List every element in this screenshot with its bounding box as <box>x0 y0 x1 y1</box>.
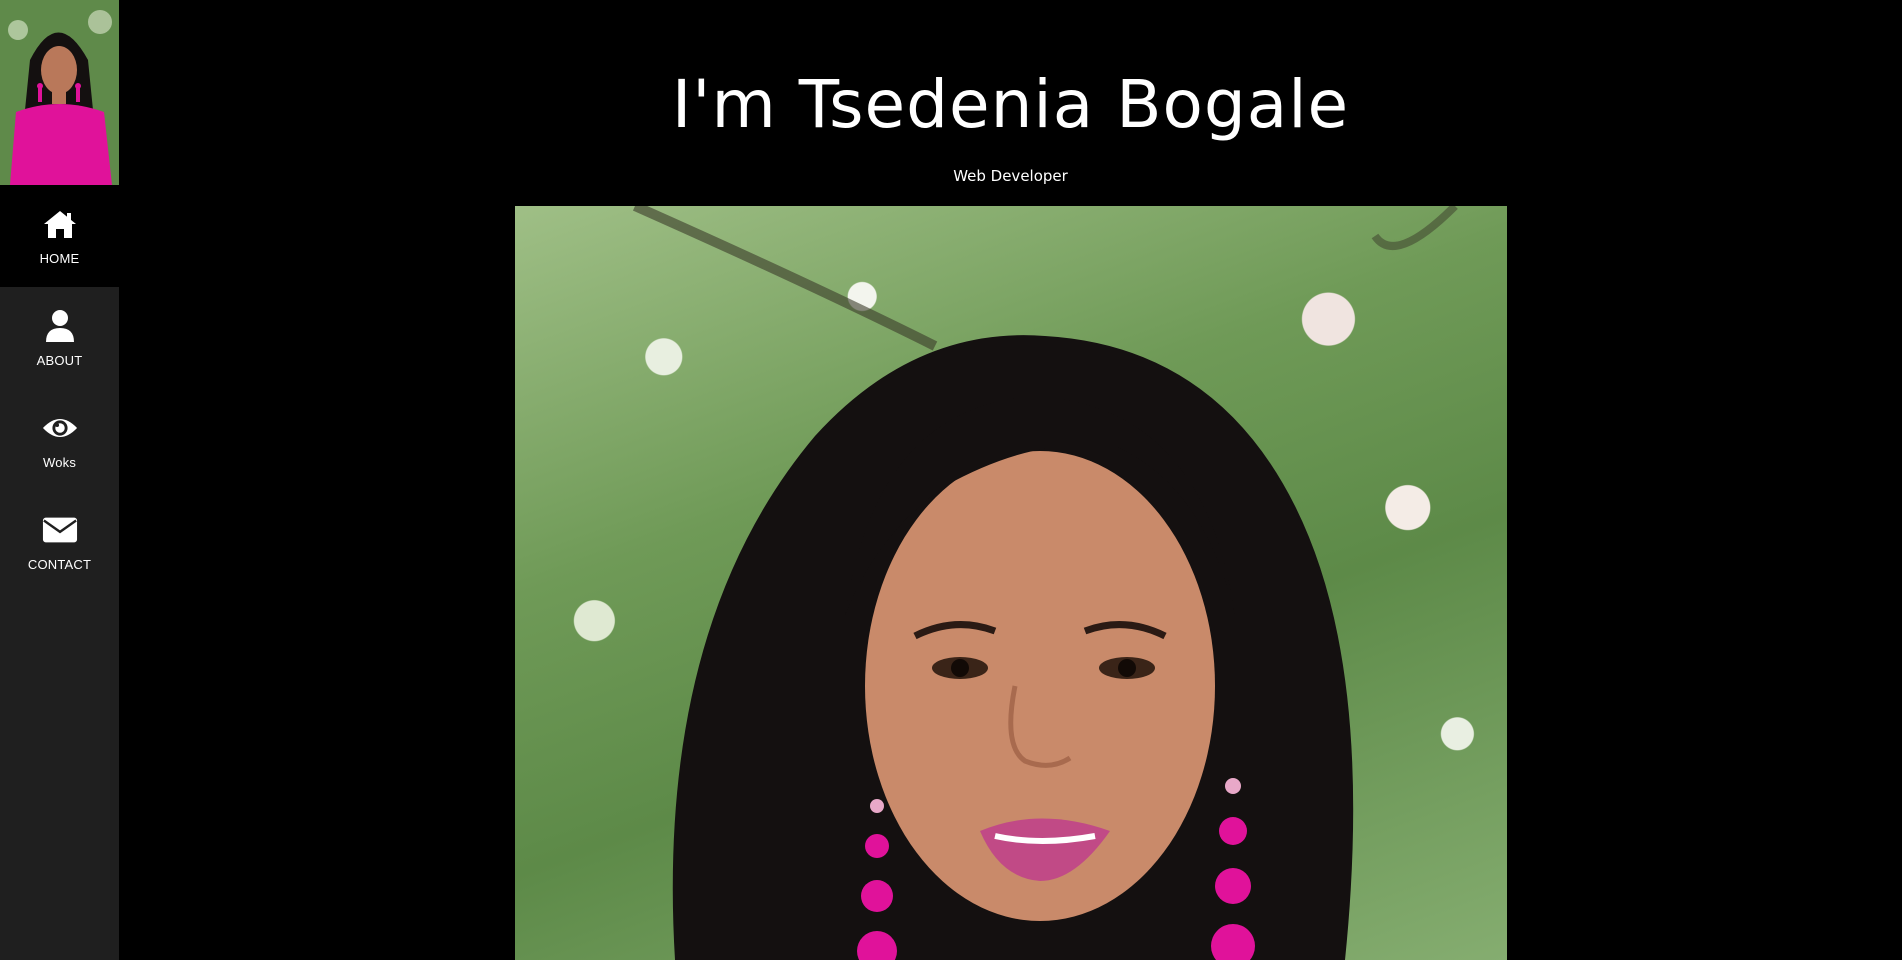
eye-icon <box>42 411 78 445</box>
avatar[interactable] <box>0 0 119 185</box>
sidebar: HOME ABOUT Woks CONTACT <box>0 0 119 960</box>
user-icon <box>42 309 78 343</box>
avatar-photo <box>0 0 119 185</box>
sidebar-item-label: Woks <box>42 454 77 470</box>
sidebar-item-contact[interactable]: CONTACT <box>0 491 119 593</box>
hero-portrait <box>515 206 1507 960</box>
hero-title: I'm Tsedenia Bogale <box>671 66 1350 143</box>
hero-subtitle: Web Developer <box>953 167 1068 185</box>
main-content: I'm Tsedenia Bogale Web Developer <box>119 0 1902 960</box>
home-icon <box>42 207 78 241</box>
sidebar-item-works[interactable]: Woks <box>0 389 119 491</box>
sidebar-item-label: ABOUT <box>36 352 83 368</box>
sidebar-item-label: HOME <box>39 250 80 266</box>
portrait-photo <box>632 206 1458 960</box>
sidebar-item-label: CONTACT <box>27 556 92 572</box>
sidebar-item-home[interactable]: HOME <box>0 185 119 287</box>
envelope-icon <box>42 513 78 547</box>
sidebar-item-about[interactable]: ABOUT <box>0 287 119 389</box>
